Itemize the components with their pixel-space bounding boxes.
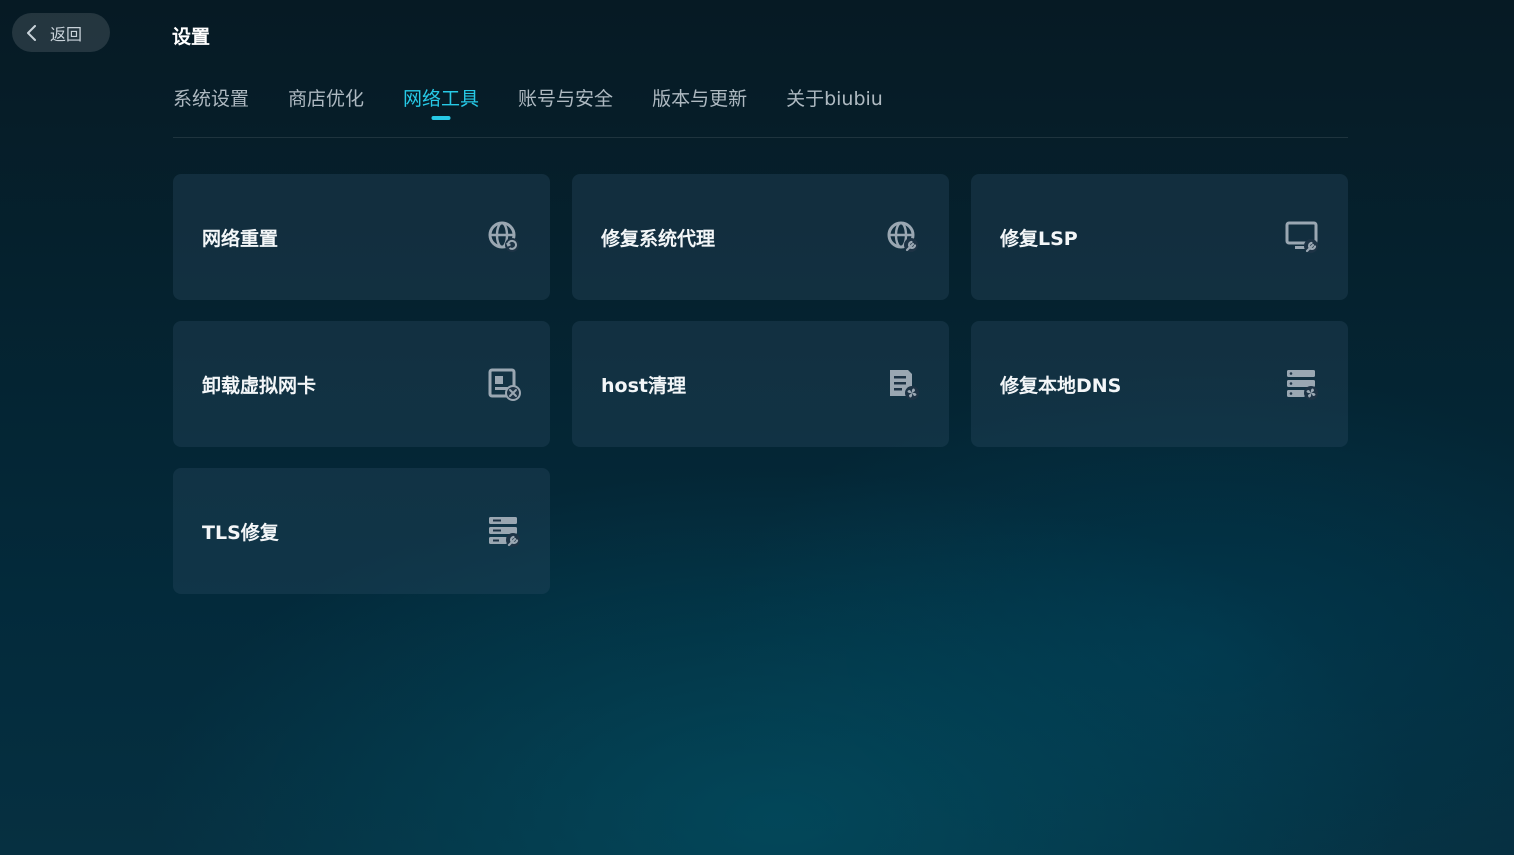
tab-account-security[interactable]: 账号与安全: [518, 84, 613, 120]
tab-about[interactable]: 关于biubiu: [786, 84, 883, 120]
tab-divider: [173, 137, 1348, 138]
page-title: 设置: [172, 26, 211, 48]
card-label: 修复本地DNS: [1000, 374, 1122, 397]
card-label: 修复LSP: [1000, 227, 1078, 250]
server-wrench-icon: [487, 514, 521, 548]
uninstall-virtual-nic-card[interactable]: 卸载虚拟网卡: [173, 321, 550, 447]
card-label: 卸载虚拟网卡: [202, 374, 317, 397]
host-cleanup-card[interactable]: host清理: [572, 321, 949, 447]
card-label: host清理: [601, 374, 686, 397]
tab-bar: 系统设置 商店优化 网络工具 账号与安全 版本与更新 关于biubiu: [173, 84, 883, 120]
tab-store-optimization[interactable]: 商店优化: [288, 84, 364, 120]
fix-system-proxy-card[interactable]: 修复系统代理: [572, 174, 949, 300]
tls-repair-card[interactable]: TLS修复: [173, 468, 550, 594]
document-fan-icon: [886, 367, 920, 401]
network-card-remove-icon: [487, 367, 521, 401]
tab-network-tools[interactable]: 网络工具: [403, 84, 479, 120]
tab-system-settings[interactable]: 系统设置: [173, 84, 249, 120]
back-button[interactable]: 返回: [12, 13, 110, 52]
fix-local-dns-card[interactable]: 修复本地DNS: [971, 321, 1348, 447]
globe-refresh-icon: [487, 220, 521, 254]
monitor-wrench-icon: [1285, 220, 1319, 254]
card-label: TLS修复: [202, 521, 279, 544]
server-fan-icon: [1285, 367, 1319, 401]
back-label: 返回: [50, 24, 83, 44]
card-label: 修复系统代理: [601, 227, 716, 250]
card-label: 网络重置: [202, 227, 279, 250]
tab-version-update[interactable]: 版本与更新: [652, 84, 747, 120]
fix-lsp-card[interactable]: 修复LSP: [971, 174, 1348, 300]
chevron-left-icon: [26, 24, 40, 41]
network-tools-grid: 网络重置 修复系统代理 修复LSP 卸载虚拟网卡 host清理 修复本地DNS …: [173, 174, 1348, 594]
network-reset-card[interactable]: 网络重置: [173, 174, 550, 300]
globe-wrench-icon: [886, 220, 920, 254]
